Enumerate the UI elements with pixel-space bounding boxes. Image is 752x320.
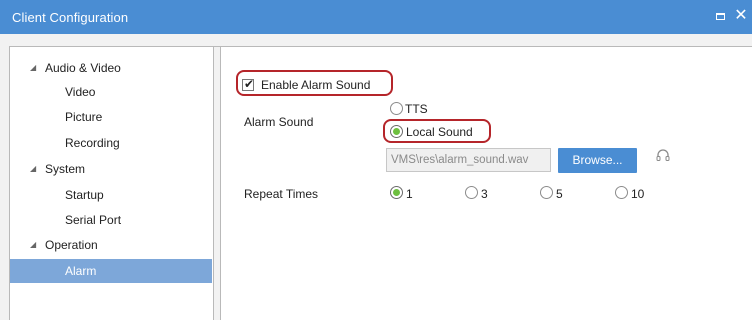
collapse-caret-icon[interactable]: ◢ (30, 157, 36, 181)
radio-repeat-1[interactable] (390, 186, 403, 199)
enable-alarm-sound-checkbox[interactable]: ✔ (242, 77, 255, 91)
tree-group-label: Audio & Video (45, 61, 121, 75)
collapse-caret-icon[interactable]: ◢ (30, 56, 36, 80)
radio-tts[interactable] (390, 102, 403, 115)
radio-tts-label[interactable]: TTS (405, 102, 428, 116)
radio-repeat-10[interactable] (615, 186, 628, 199)
check-icon: ✔ (244, 77, 255, 91)
tree-item-startup[interactable]: Startup (10, 183, 212, 207)
tree-item-picture[interactable]: Picture (10, 105, 212, 129)
browse-button[interactable]: Browse... (558, 148, 637, 173)
alarm-sound-label: Alarm Sound (244, 115, 314, 129)
radio-repeat-10-label[interactable]: 10 (631, 187, 644, 201)
window-title: Client Configuration (12, 10, 129, 25)
tree-item-label: Alarm (65, 264, 97, 278)
close-icon[interactable]: ✕ (733, 8, 749, 24)
radio-repeat-3[interactable] (465, 186, 478, 199)
sound-file-path-field[interactable]: VMS\res\alarm_sound.wav (386, 148, 551, 172)
tree-item-video[interactable]: Video (10, 80, 212, 104)
tree-item-label: Recording (65, 136, 120, 150)
tree-item-alarm[interactable]: Alarm (10, 259, 212, 283)
tree-item-serial-port[interactable]: Serial Port (10, 208, 212, 232)
repeat-times-label: Repeat Times (244, 187, 319, 201)
title-bar: Client Configuration ✕ (0, 0, 752, 34)
tree-group-audio-video[interactable]: ◢ Audio & Video (10, 56, 214, 80)
headphone-icon[interactable] (656, 148, 670, 162)
tree-item-recording[interactable]: Recording (10, 131, 212, 155)
radio-repeat-5-label[interactable]: 5 (556, 187, 563, 201)
radio-local-sound[interactable] (390, 125, 403, 138)
tree-group-system[interactable]: ◢ System (10, 157, 214, 181)
radio-repeat-5[interactable] (540, 186, 553, 199)
tree-group-label: Operation (45, 238, 98, 252)
radio-repeat-1-label[interactable]: 1 (406, 187, 413, 201)
tree-item-label: Startup (65, 188, 104, 202)
radio-local-sound-label[interactable]: Local Sound (406, 125, 473, 139)
settings-tree: ◢ Audio & Video Video Picture Recording … (10, 47, 214, 320)
radio-repeat-3-label[interactable]: 3 (481, 187, 488, 201)
maximize-icon[interactable] (712, 8, 728, 24)
tree-item-label: Video (65, 85, 96, 99)
tree-group-label: System (45, 162, 86, 176)
tree-group-operation[interactable]: ◢ Operation (10, 233, 214, 257)
tree-item-label: Picture (65, 110, 103, 124)
collapse-caret-icon[interactable]: ◢ (30, 233, 36, 257)
tree-item-label: Serial Port (65, 213, 122, 227)
enable-alarm-sound-label[interactable]: Enable Alarm Sound (261, 78, 370, 92)
